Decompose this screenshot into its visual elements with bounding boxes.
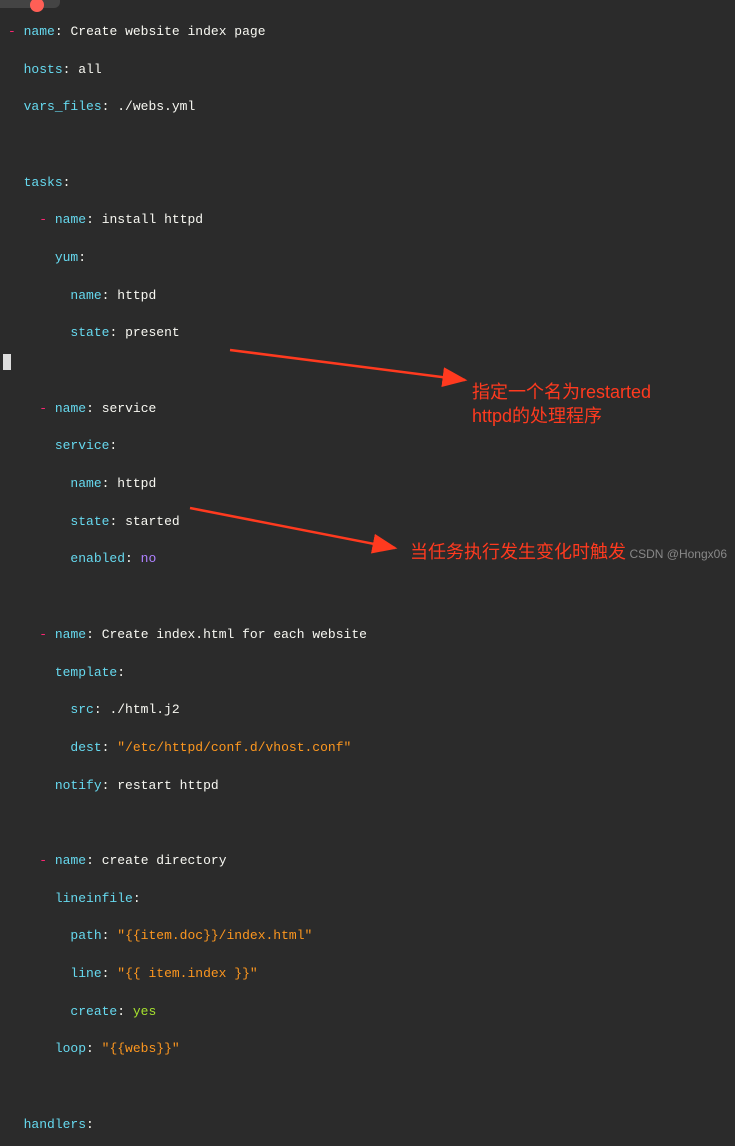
code-line: vars_files: ./webs.yml	[8, 98, 727, 117]
code-line: name: httpd	[8, 287, 727, 306]
code-line: tasks:	[8, 174, 727, 193]
code-line: hosts: all	[8, 61, 727, 80]
code-line: handlers:	[8, 1116, 727, 1135]
code-line: - name: install httpd	[8, 211, 727, 230]
code-line: yum:	[8, 249, 727, 268]
code-line	[8, 814, 727, 833]
code-line: src: ./html.j2	[8, 701, 727, 720]
watermark: CSDN @Hongx06	[629, 546, 727, 563]
code-line: - name: create directory	[8, 852, 727, 871]
code-line: dest: "/etc/httpd/conf.d/vhost.conf"	[8, 739, 727, 758]
code-line: loop: "{{webs}}"	[8, 1040, 727, 1059]
code-line	[8, 588, 727, 607]
code-line	[8, 1078, 727, 1097]
code-line	[8, 136, 727, 155]
code-line: template:	[8, 664, 727, 683]
code-line: lineinfile:	[8, 890, 727, 909]
code-line: state: present	[8, 324, 727, 343]
code-editor[interactable]: - name: Create website index page hosts:…	[0, 0, 735, 1146]
code-line: notify: restart httpd	[8, 777, 727, 796]
code-line: - name: Create website index page	[8, 23, 727, 42]
code-line: line: "{{ item.index }}"	[8, 965, 727, 984]
code-line: - name: Create index.html for each websi…	[8, 626, 727, 645]
code-line: create: yes	[8, 1003, 727, 1022]
editor-cursor	[3, 354, 11, 370]
annotation-text: 指定一个名为restarted httpd的处理程序	[472, 380, 651, 429]
code-line	[8, 362, 727, 381]
code-line: service:	[8, 437, 727, 456]
code-line: name: httpd	[8, 475, 727, 494]
code-line: state: started	[8, 513, 727, 532]
annotation-text: 当任务执行发生变化时触发	[410, 540, 626, 564]
code-line: path: "{{item.doc}}/index.html"	[8, 927, 727, 946]
